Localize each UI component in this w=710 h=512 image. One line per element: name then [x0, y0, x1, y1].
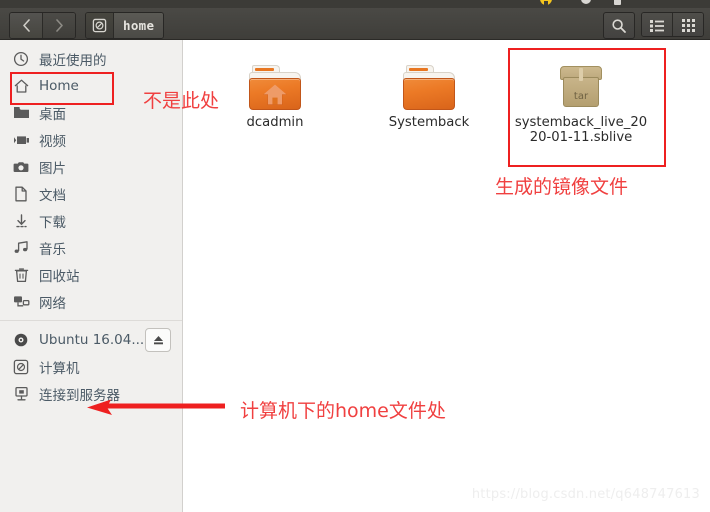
list-view-button[interactable]: [642, 13, 672, 36]
sidebar-item-downloads[interactable]: 下载: [0, 207, 182, 234]
back-button[interactable]: [10, 13, 43, 38]
chevron-left-icon: [22, 19, 30, 32]
file-manager-window: home 最近使用的 Home 桌面 视频 图片 文档 下载 音乐 回收站 网络…: [0, 0, 710, 512]
sidebar-item-ubuntu-disc[interactable]: Ubuntu 16.04....: [0, 326, 182, 353]
sidebar-item-network[interactable]: 网络: [0, 288, 182, 315]
forward-button[interactable]: [43, 13, 75, 38]
breadcrumb: home: [85, 12, 165, 39]
sidebar-item-videos[interactable]: 视频: [0, 126, 182, 153]
view-mode-group: [641, 12, 704, 37]
annotation-not-here: 不是此处: [143, 90, 220, 112]
sidebar-item-label: 视频: [39, 133, 66, 150]
sidebar-item-computer[interactable]: 计算机: [0, 353, 182, 380]
drive-harddisk-icon: [92, 18, 107, 33]
file-name-label: Systemback: [388, 115, 470, 130]
desktop-top-panel: [0, 0, 710, 8]
highlight-box-home: [10, 72, 114, 105]
sidebar-item-label: 音乐: [39, 241, 66, 258]
panel-indicator-battery-icon[interactable]: [611, 0, 625, 8]
sidebar-item-label: 网络: [39, 295, 66, 312]
grid-view-icon: [681, 19, 695, 32]
desktop-folder-icon: [12, 104, 30, 122]
optical-disc-icon: [12, 331, 30, 349]
recent-clock-icon: [12, 50, 30, 68]
sidebar-item-label: 计算机: [39, 360, 80, 377]
file-item-dcadmin[interactable]: dcadmin: [205, 54, 345, 130]
house-glyph-icon: [263, 84, 287, 105]
eject-button[interactable]: [145, 328, 171, 352]
sidebar-item-pictures[interactable]: 图片: [0, 153, 182, 180]
eject-icon: [153, 336, 163, 345]
sidebar-item-label: Ubuntu 16.04....: [39, 331, 149, 348]
search-button[interactable]: [603, 12, 635, 39]
search-icon: [612, 18, 626, 33]
connect-server-icon: [12, 385, 30, 403]
grid-view-button[interactable]: [672, 13, 703, 36]
sidebar-item-recent[interactable]: 最近使用的: [0, 45, 182, 72]
computer-drive-icon: [12, 358, 30, 376]
panel-indicator-volume-icon[interactable]: [579, 0, 593, 8]
home-folder-icon: [205, 54, 345, 110]
navigation-buttons: [9, 12, 76, 39]
toolbar-right-group: [603, 12, 704, 39]
network-icon: [12, 293, 30, 311]
folder-icon: [359, 54, 499, 110]
sidebar-item-label: 下载: [39, 214, 66, 231]
panel-indicator-yellow-icon[interactable]: [539, 0, 553, 8]
file-item-systemback[interactable]: Systemback: [359, 54, 499, 130]
sidebar-item-label: 桌面: [39, 106, 66, 123]
file-name-label: dcadmin: [246, 115, 304, 130]
downloads-arrow-icon: [12, 212, 30, 230]
pictures-camera-icon: [12, 158, 30, 176]
chevron-right-icon: [55, 19, 63, 32]
sidebar-item-documents[interactable]: 文档: [0, 180, 182, 207]
sidebar-item-label: 最近使用的: [39, 52, 107, 69]
list-view-icon: [649, 20, 664, 32]
breadcrumb-current-folder[interactable]: home: [114, 13, 164, 38]
watermark-text: https://blog.csdn.net/q648747613: [471, 487, 700, 502]
breadcrumb-drive-button[interactable]: [86, 13, 114, 38]
videos-icon: [12, 131, 30, 149]
pointer-arrow-to-computer: [87, 399, 225, 415]
sidebar-item-label: 回收站: [39, 268, 80, 285]
highlight-box-sblive: [508, 48, 666, 167]
annotation-generated-image-file: 生成的镜像文件: [495, 176, 629, 198]
annotation-home-under-computer: 计算机下的home文件处: [240, 400, 446, 422]
sidebar-item-label: 图片: [39, 160, 66, 177]
window-toolbar: home: [0, 8, 710, 40]
documents-page-icon: [12, 185, 30, 203]
sidebar-item-music[interactable]: 音乐: [0, 234, 182, 261]
trash-icon: [12, 266, 30, 284]
music-note-icon: [12, 239, 30, 257]
sidebar-item-label: 文档: [39, 187, 66, 204]
sidebar-divider: [0, 320, 182, 321]
sidebar-item-trash[interactable]: 回收站: [0, 261, 182, 288]
